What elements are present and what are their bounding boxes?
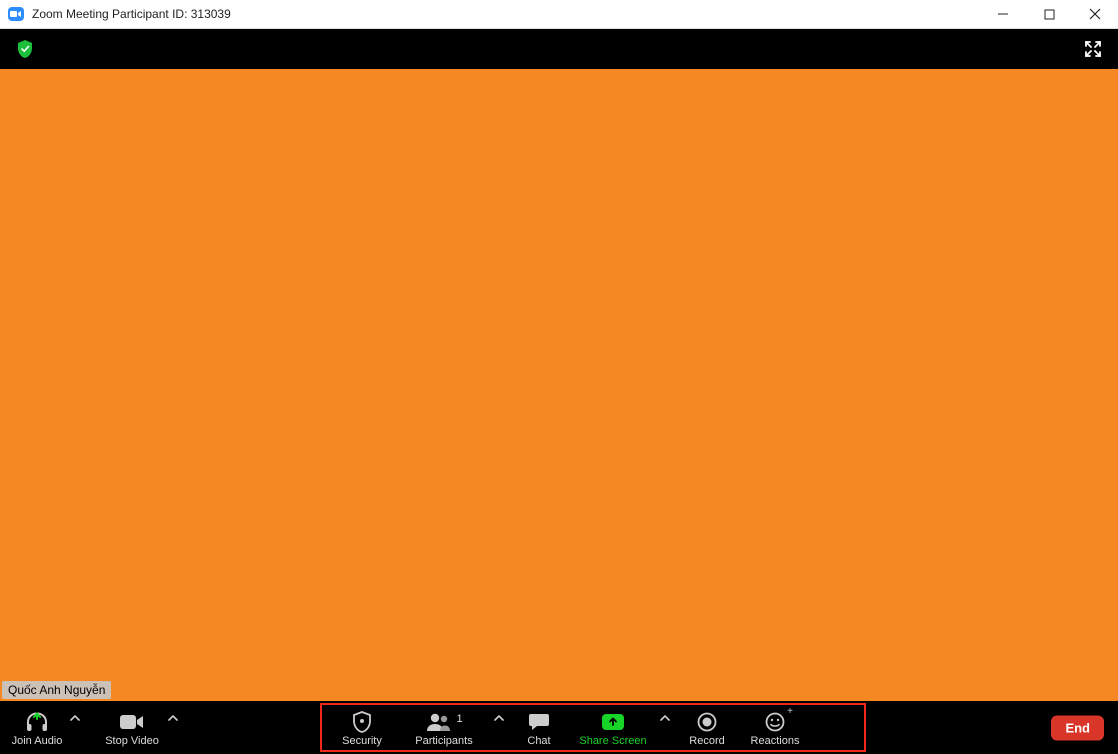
join-audio-label: Join Audio <box>12 735 63 747</box>
participants-count: 1 <box>456 713 462 725</box>
topbar <box>0 29 1118 69</box>
stop-video-label: Stop Video <box>105 735 159 747</box>
end-button[interactable]: End <box>1051 715 1104 740</box>
audio-caret-button[interactable] <box>66 701 84 754</box>
security-label: Security <box>342 735 382 747</box>
participants-caret-button[interactable] <box>490 701 508 754</box>
reactions-button[interactable]: + Reactions <box>740 701 810 754</box>
video-area: Quốc Anh Nguyễn <box>0 69 1118 701</box>
record-icon <box>697 709 717 735</box>
chat-button[interactable]: Chat <box>508 701 570 754</box>
plus-icon: + <box>787 706 793 717</box>
share-screen-button[interactable]: Share Screen <box>570 701 656 754</box>
encryption-shield-icon[interactable] <box>12 36 38 62</box>
bottom-toolbar: Join Audio Stop Video Security 1 <box>0 701 1118 754</box>
chat-label: Chat <box>527 735 550 747</box>
join-audio-button[interactable]: Join Audio <box>8 701 66 754</box>
stop-video-button[interactable]: Stop Video <box>100 701 164 754</box>
security-button[interactable]: Security <box>326 701 398 754</box>
window-title: Zoom Meeting Participant ID: 313039 <box>32 7 231 21</box>
minimize-button[interactable] <box>980 0 1026 28</box>
record-label: Record <box>689 735 724 747</box>
share-caret-button[interactable] <box>656 701 674 754</box>
fullscreen-icon[interactable] <box>1080 36 1106 62</box>
zoom-app-icon <box>8 7 24 21</box>
participant-name-badge: Quốc Anh Nguyễn <box>2 681 111 699</box>
video-icon <box>119 709 145 735</box>
window-controls <box>980 0 1118 28</box>
chat-icon <box>528 709 550 735</box>
titlebar-left: Zoom Meeting Participant ID: 313039 <box>0 7 231 21</box>
record-button[interactable]: Record <box>674 701 740 754</box>
shield-icon <box>352 709 372 735</box>
headphones-icon <box>24 709 50 735</box>
reactions-label: Reactions <box>751 735 800 747</box>
smiley-icon <box>765 709 785 735</box>
participants-icon: 1 <box>425 709 462 735</box>
video-caret-button[interactable] <box>164 701 182 754</box>
share-screen-icon <box>602 709 624 735</box>
titlebar: Zoom Meeting Participant ID: 313039 <box>0 0 1118 29</box>
participants-label: Participants <box>415 735 472 747</box>
maximize-button[interactable] <box>1026 0 1072 28</box>
participants-button[interactable]: 1 Participants <box>398 701 490 754</box>
close-button[interactable] <box>1072 0 1118 28</box>
share-screen-label: Share Screen <box>579 735 646 747</box>
